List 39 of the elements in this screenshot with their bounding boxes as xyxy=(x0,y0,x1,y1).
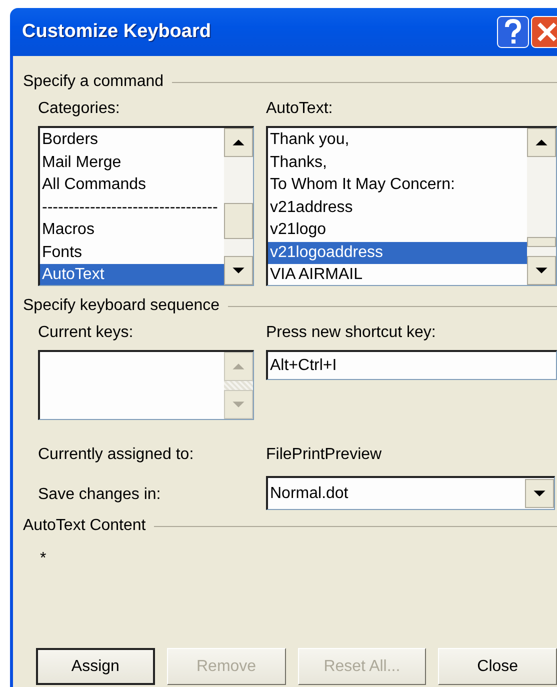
list-item[interactable]: Macros xyxy=(40,219,224,242)
list-item[interactable]: --------------------------------- xyxy=(40,196,224,219)
list-item[interactable]: To Whom It May Concern: xyxy=(268,174,527,196)
scrollbar-thumb[interactable] xyxy=(224,203,253,239)
dialog-button[interactable]: Assign xyxy=(36,648,155,685)
list-item[interactable]: v21logo xyxy=(268,219,527,242)
autotext-content: * xyxy=(40,550,48,569)
scrollbar[interactable] xyxy=(224,128,253,285)
list-item[interactable]: AutoText xyxy=(40,264,224,285)
save-in-dropdown[interactable]: Normal.dot xyxy=(266,476,555,510)
field-label: Currently assigned to: xyxy=(38,446,195,465)
list-item[interactable]: All Commands xyxy=(40,174,224,196)
shortcut-field[interactable]: Alt+Ctrl+I xyxy=(266,350,557,380)
scrollbar-thumb[interactable] xyxy=(527,237,556,247)
list-item[interactable]: Thanks, xyxy=(268,152,527,174)
list-item[interactable]: Fonts xyxy=(40,242,224,264)
list-item[interactable]: Borders xyxy=(40,129,224,152)
categories-list[interactable]: Borders Mail Merge All Commands --------------------------------- Macros Fonts AutoText xyxy=(38,126,254,286)
field-label: Current keys: xyxy=(38,324,134,343)
field-label: AutoText: xyxy=(266,100,334,119)
section-title: AutoText Content xyxy=(23,517,146,535)
scrollbar[interactable] xyxy=(527,128,556,285)
window-title: Customize Keyboard xyxy=(22,21,212,43)
autotext-list[interactable]: Thank you, Thanks, To Whom It May Concern: v21address v21logo v21logoaddress VIA AIRMAIL xyxy=(266,126,557,286)
dialog-button[interactable]: Close xyxy=(438,648,557,685)
field-label: Categories: xyxy=(38,100,121,119)
section-title: Specify a command xyxy=(23,73,164,91)
list-item[interactable]: Mail Merge xyxy=(40,152,224,174)
list-item[interactable]: v21address xyxy=(268,196,527,219)
section-title: Specify keyboard sequence xyxy=(23,297,220,315)
close-icon[interactable] xyxy=(531,16,557,48)
assigned-command: FilePrintPreview xyxy=(266,446,383,465)
help-icon[interactable] xyxy=(497,16,529,48)
list-item[interactable]: Thank you, xyxy=(268,129,527,152)
list-item[interactable]: v21logoaddress xyxy=(268,242,527,264)
scrollbar-track xyxy=(224,381,253,390)
field-label: Save changes in: xyxy=(38,486,162,505)
field-label: Press new shortcut key: xyxy=(266,324,437,343)
list-item[interactable]: VIA AIRMAIL xyxy=(268,264,527,285)
